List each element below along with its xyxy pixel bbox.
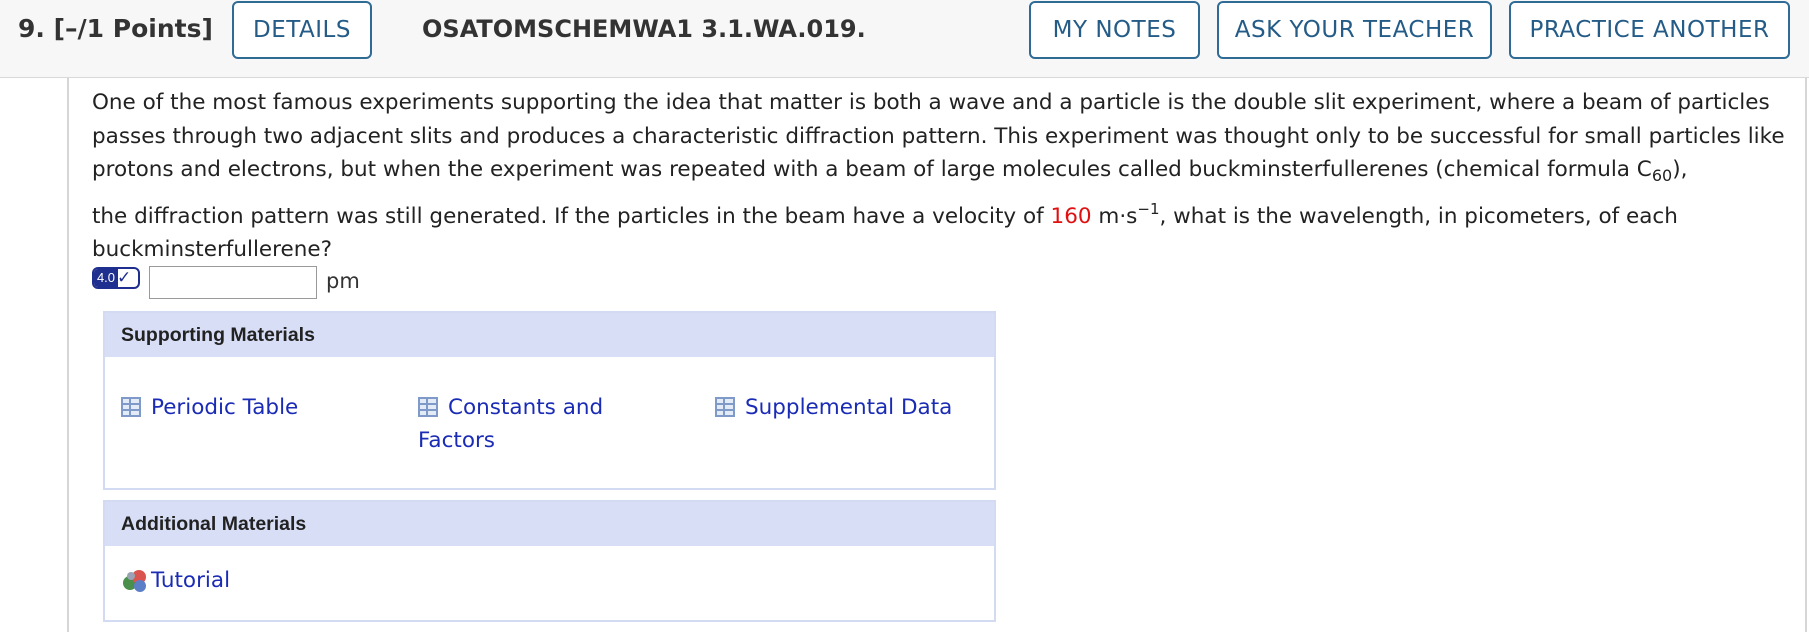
constants-factors-link[interactable]: Constants and Factors (418, 391, 633, 457)
additional-materials-panel: Additional Materials Tutorial (103, 500, 996, 622)
periodic-table-link[interactable]: Periodic Table (121, 391, 381, 424)
practice-another-button[interactable]: PRACTICE ANOTHER (1509, 1, 1790, 59)
content-right-border (1805, 78, 1807, 632)
question-header: 9. [–/1 Points] DETAILS OSATOMSCHEMWA1 3… (0, 0, 1809, 78)
tolerance-badge: 4.0 ✓ (92, 267, 140, 289)
formula-subscript: 60 (1651, 166, 1673, 185)
table-icon (418, 397, 438, 417)
points-label: [–/1 Points] (53, 14, 213, 43)
ask-teacher-button[interactable]: ASK YOUR TEACHER (1217, 1, 1492, 59)
supporting-materials-title: Supporting Materials (105, 313, 994, 357)
question-paragraph-2: the diffraction pattern was still genera… (92, 199, 1678, 262)
molecule-icon (123, 570, 146, 592)
content-left-border (67, 78, 69, 632)
unit-exponent: −1 (1137, 199, 1160, 218)
question-number: 9. [–/1 Points] (18, 14, 213, 43)
additional-materials-body: Tutorial (105, 546, 994, 620)
velocity-value: 160 (1050, 203, 1092, 229)
question-paragraph-1: One of the most famous experiments suppo… (92, 90, 1785, 185)
tolerance-value: 4.0 (94, 269, 118, 287)
question-text: One of the most famous experiments suppo… (92, 86, 1792, 267)
table-icon (121, 397, 141, 417)
additional-materials-title: Additional Materials (105, 502, 994, 546)
answer-input[interactable] (149, 266, 317, 299)
my-notes-button[interactable]: MY NOTES (1029, 1, 1200, 59)
check-icon: ✓ (117, 268, 132, 288)
tutorial-link[interactable]: Tutorial (151, 564, 301, 597)
answer-unit: pm (326, 269, 360, 293)
question-code: OSATOMSCHEMWA1 3.1.WA.019. (422, 15, 866, 43)
supplemental-data-link[interactable]: Supplemental Data (715, 391, 985, 424)
supporting-materials-panel: Supporting Materials Periodic Table Cons… (103, 311, 996, 490)
question-number-text: 9. (18, 14, 45, 43)
details-button[interactable]: DETAILS (232, 1, 372, 59)
table-icon (715, 397, 735, 417)
